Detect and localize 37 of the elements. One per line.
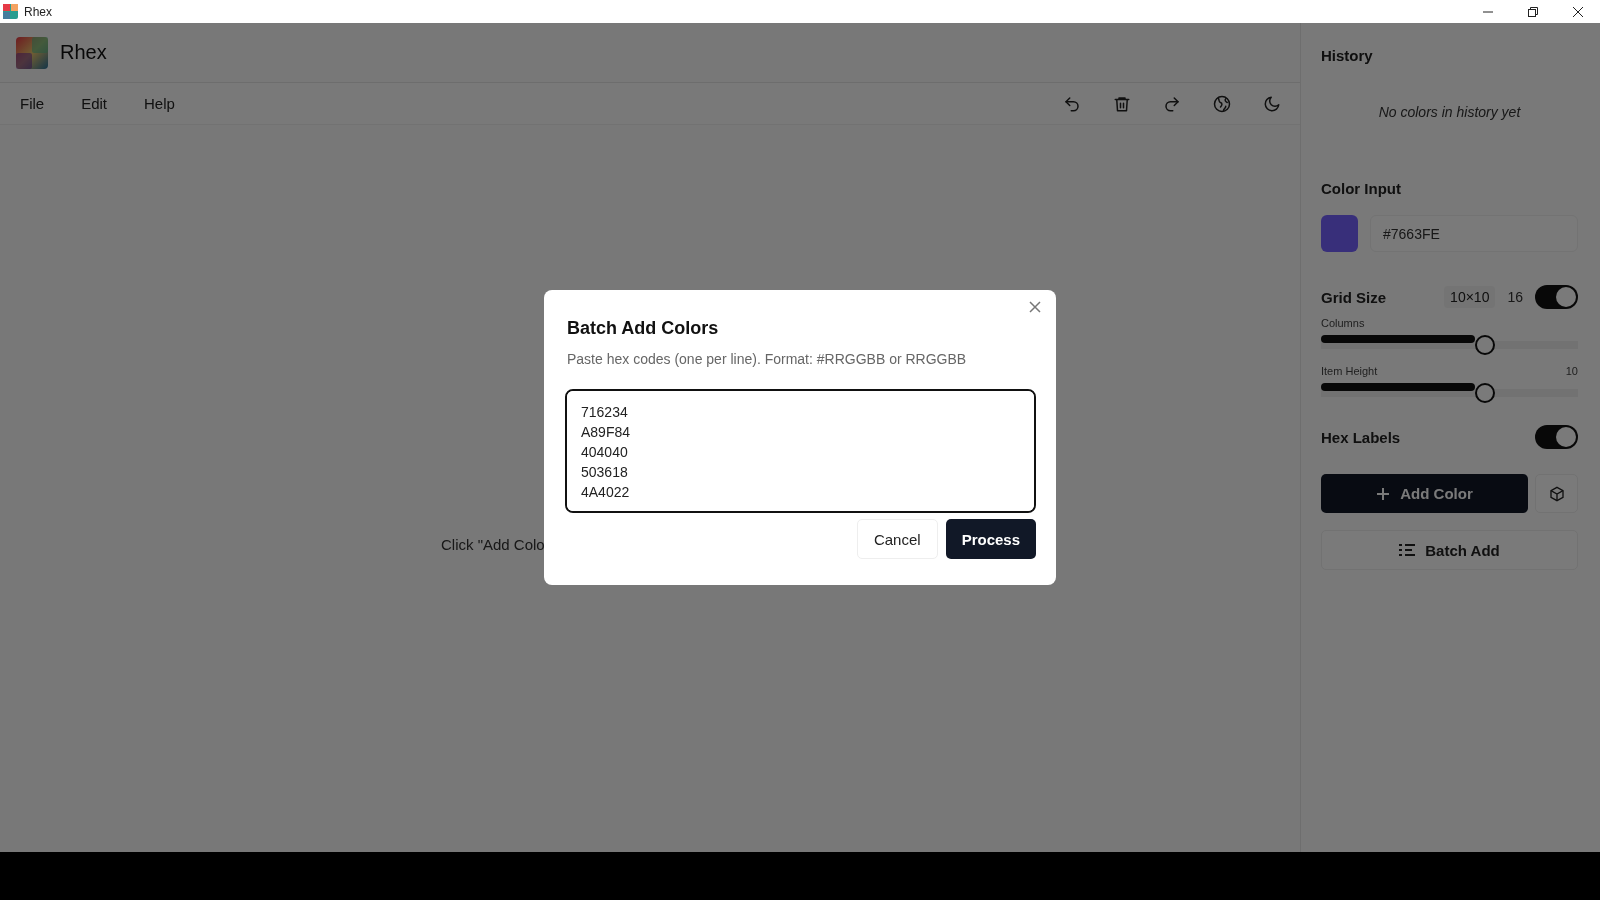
grid-toggle[interactable]: [1535, 285, 1578, 309]
app-logo-icon: [16, 36, 48, 69]
menu-item[interactable]: File: [12, 91, 53, 116]
empty-history-text: No colors in history yet: [1378, 104, 1521, 120]
color-swatch[interactable]: [1321, 215, 1358, 252]
section-title: Color Input: [1321, 180, 1402, 197]
slider-label: Columns: [1321, 317, 1365, 329]
hex-codes-field[interactable]: 716234 A89F84 404040 503618 4A4022: [565, 389, 1036, 513]
hex-input-field[interactable]: #7663FE: [1370, 215, 1578, 252]
dialog-description: Paste hex codes (one per line). Format: #RRGGBB or RRGGBB: [567, 351, 968, 367]
window-title: Rhex: [24, 4, 52, 19]
dialog-title: Batch Add Colors: [567, 318, 720, 339]
grid-count: 16: [1507, 289, 1523, 305]
close-icon[interactable]: [1572, 6, 1583, 17]
hex-labels-toggle[interactable]: [1535, 425, 1578, 449]
section-title: Grid Size: [1321, 288, 1387, 306]
empty-hint: Click "Add Colo: [441, 536, 545, 553]
menu-item[interactable]: Help: [136, 91, 183, 116]
plus-icon: [1376, 486, 1391, 501]
batch-add-button[interactable]: Batch Add: [1321, 530, 1578, 570]
grid-size-badge: 10×10: [1444, 286, 1496, 308]
list-icon: [1399, 543, 1416, 557]
slider-label: Item Height: [1321, 365, 1378, 377]
add-color-button[interactable]: Add Color: [1321, 474, 1528, 513]
section-title: History: [1321, 47, 1374, 64]
slider-thumb[interactable]: [1475, 383, 1496, 403]
app-logo-icon: [3, 4, 18, 19]
maximize-icon[interactable]: [1527, 6, 1538, 17]
slider-value: 10: [1565, 365, 1578, 377]
slider-thumb[interactable]: [1475, 335, 1496, 355]
cancel-button[interactable]: Cancel: [856, 519, 938, 559]
dice-icon: [1548, 485, 1565, 502]
random-button[interactable]: [1535, 474, 1578, 513]
app-title: Rhex: [60, 41, 107, 64]
section-title: Hex Labels: [1321, 428, 1401, 446]
menu-item[interactable]: Edit: [73, 91, 116, 116]
process-button[interactable]: Process: [945, 519, 1036, 559]
